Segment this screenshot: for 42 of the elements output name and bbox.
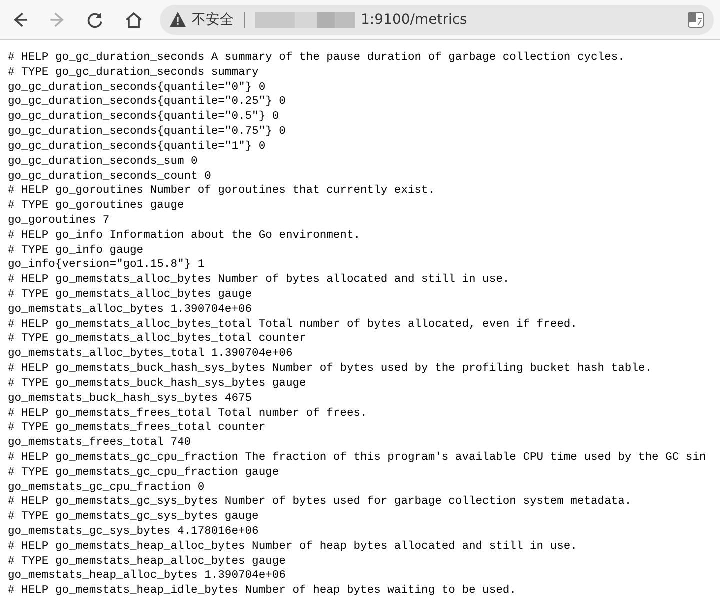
text-line: go_goroutines 7 — [8, 214, 110, 229]
text-line: # HELP go_memstats_gc_sys_bytes Number of bytes used for garbage collection system metadata. — [8, 495, 632, 510]
text-line: # TYPE go_memstats_frees_total counter — [8, 421, 266, 436]
text-line: # HELP go_memstats_frees_total Total number of frees. — [8, 406, 368, 422]
text-line: go_gc_duration_seconds{quantile="1"} 0 — [8, 140, 266, 155]
text-line: # HELP go_memstats_heap_alloc_bytes Number of heap bytes allocated and still in use. — [8, 540, 578, 555]
text-line: go_gc_duration_seconds{quantile="0.5"} 0 — [8, 110, 280, 126]
text-line: # HELP go_memstats_gc_cpu_fraction The fraction of this program's available CPU time used by the GC sin — [8, 450, 706, 466]
url-text: 1:9100/metrics — [361, 12, 468, 28]
text-line: go_gc_duration_seconds{quantile="0.75"} 0 — [8, 125, 286, 140]
text-line: go_memstats_alloc_bytes 1.390704e+06 — [8, 302, 252, 318]
text-line: go_memstats_heap_alloc_bytes 1.390704e+06 — [8, 569, 286, 584]
text-line: go_gc_duration_seconds_sum 0 — [8, 154, 198, 170]
warning-icon — [170, 12, 186, 27]
text-line: # HELP go_memstats_heap_idle_bytes Number of heap bytes waiting to be used. — [8, 584, 516, 600]
text-line: # HELP go_gc_duration_seconds A summary of the pause duration of garbage collection cycles. — [8, 51, 625, 66]
text-line: # TYPE go_memstats_alloc_bytes gauge — [8, 288, 252, 303]
text-line: # HELP go_memstats_alloc_bytes_total Total number of bytes allocated, even if freed. — [8, 318, 578, 332]
text-line: go_memstats_buck_hash_sys_bytes 4675 — [8, 392, 252, 406]
text-line: # HELP go_info Information about the Go environment. — [8, 228, 361, 244]
text-line: go_memstats_frees_total 740 — [8, 436, 192, 451]
text-line: # TYPE go_info gauge — [8, 244, 144, 258]
text-line: go_gc_duration_seconds{quantile="0"} 0 — [8, 80, 266, 96]
text-line: # HELP go_goroutines Number of goroutines that currently exist. — [8, 184, 436, 200]
security-label: 不安全 — [192, 10, 234, 28]
text-line: # HELP go_memstats_buck_hash_sys_bytes Number of bytes used by the profiling bucket hash table. — [8, 362, 652, 377]
text-line: # TYPE go_gc_duration_seconds summary — [8, 66, 259, 81]
text-line: # TYPE go_memstats_buck_hash_sys_bytes gauge — [8, 376, 306, 392]
text-line: go_info{version="go1.15.8"} 1 — [8, 258, 205, 274]
text-line: # TYPE go_memstats_gc_sys_bytes gauge — [8, 510, 259, 525]
address-bar[interactable]: 不安全 1:9100/metrics — [160, 4, 714, 34]
text-line: # TYPE go_memstats_alloc_bytes_total counter — [8, 332, 306, 348]
text-line: go_gc_duration_seconds_count 0 — [8, 170, 212, 184]
text-line: # TYPE go_memstats_gc_cpu_fraction gauge — [8, 466, 280, 481]
text-line: # TYPE go_goroutines gauge — [8, 199, 184, 214]
text-line: go_memstats_alloc_bytes_total 1.390704e+06 — [8, 347, 293, 362]
text-line: go_memstats_gc_cpu_fraction 0 — [8, 480, 205, 496]
translate-icon[interactable] — [688, 12, 704, 28]
text-line: # TYPE go_memstats_heap_alloc_bytes gauge — [8, 554, 286, 570]
text-line: # HELP go_memstats_alloc_bytes Number of bytes allocated and still in use. — [8, 273, 510, 288]
text-line: go_gc_duration_seconds{quantile="0.25"} 0 — [8, 95, 286, 110]
text-line: go_memstats_gc_sys_bytes 4.178016e+06 — [8, 525, 259, 540]
